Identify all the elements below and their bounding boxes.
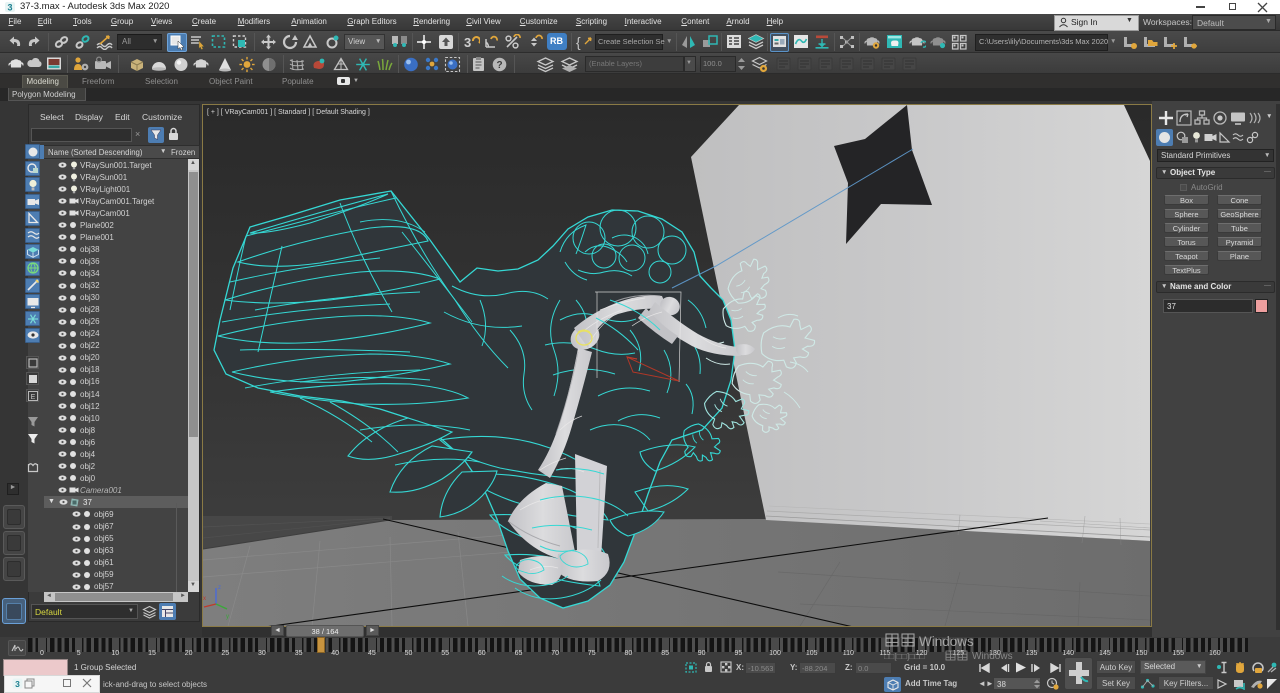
svg-text:z: z: [218, 585, 221, 591]
svg-text:Windows: Windows: [972, 651, 1013, 662]
svg-text:□□[□□]□□□: □□[□□]□□□: [884, 651, 925, 661]
svg-text:y: y: [226, 614, 229, 620]
svg-text:E: E: [30, 394, 35, 401]
svg-text:{: {: [576, 34, 581, 50]
svg-text:?: ?: [496, 60, 502, 71]
svg-text:3: 3: [464, 35, 471, 50]
svg-text:3: 3: [15, 679, 20, 689]
svg-text:x: x: [203, 596, 206, 602]
svg-text:Windows: Windows: [919, 634, 974, 649]
svg-text:3: 3: [7, 3, 12, 13]
